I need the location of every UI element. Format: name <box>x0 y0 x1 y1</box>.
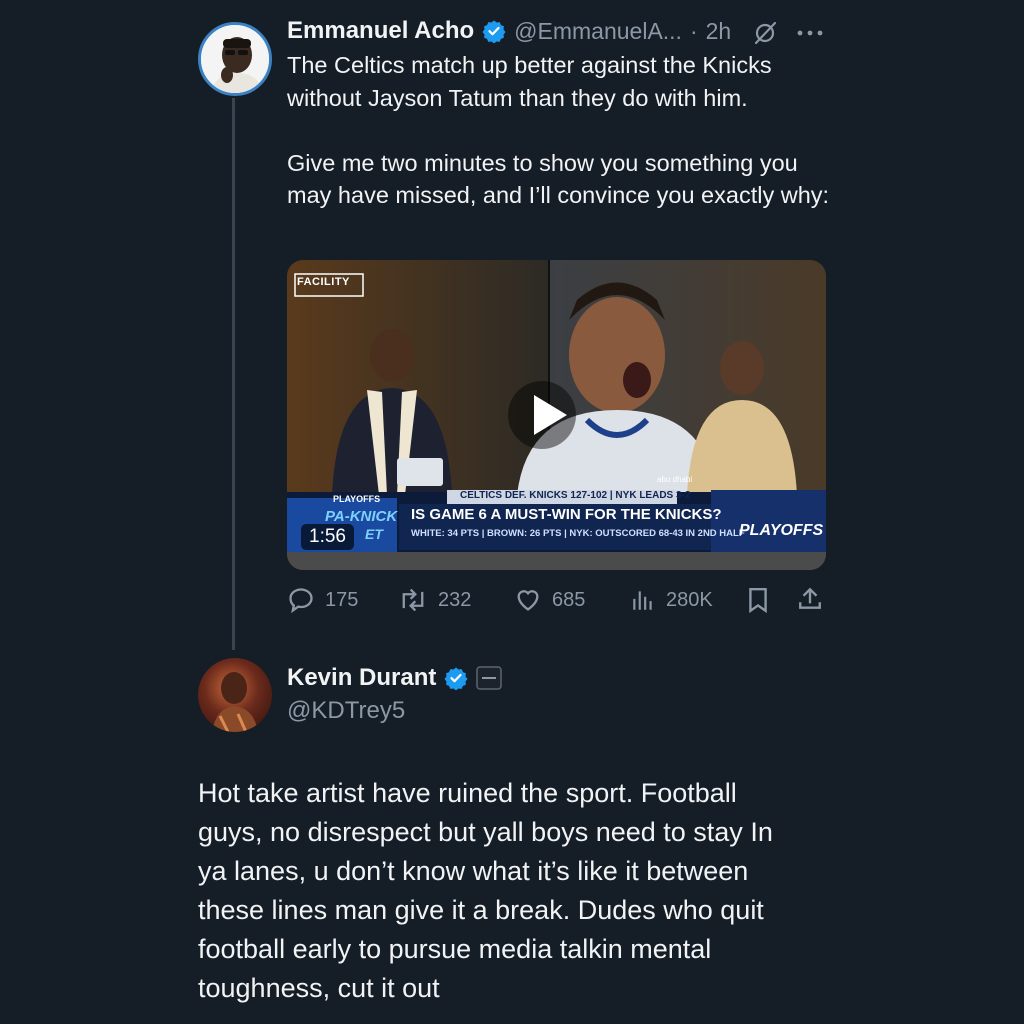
avatar-portrait-icon <box>212 672 258 732</box>
reply-count: 175 <box>325 588 359 611</box>
headline-text: IS GAME 6 A MUST-WIN FOR THE KNICKS? <box>411 506 722 523</box>
timestamp[interactable]: 2h <box>706 18 732 45</box>
reply-icon <box>289 588 313 614</box>
like-button[interactable]: 685 <box>514 586 585 614</box>
like-icon <box>517 590 539 611</box>
author-handle[interactable]: @EmmanuelA... <box>514 18 682 45</box>
avatar-portrait-icon <box>201 25 269 93</box>
bookmark-icon[interactable] <box>746 587 770 613</box>
avatar-kevin-durant[interactable] <box>198 658 272 732</box>
repost-count: 232 <box>438 588 472 611</box>
repost-button[interactable]: 232 <box>398 586 471 614</box>
video-player[interactable]: FACILITY CELTICS DEF. KNICKS 127-102 | N… <box>287 260 826 570</box>
score-ticker: CELTICS DEF. KNICKS 127-102 | NYK LEADS … <box>460 490 691 501</box>
author-name[interactable]: Emmanuel Acho <box>287 17 474 45</box>
network-logo: FACILITY <box>297 276 350 288</box>
left-playoffs-tag: PLAYOFFS <box>333 494 381 504</box>
thread-connector-line <box>232 98 235 650</box>
avatar-emmanuel-acho[interactable] <box>198 22 272 96</box>
separator-dot: · <box>689 17 698 44</box>
verified-badge-icon[interactable] <box>444 666 468 690</box>
stats-text: WHITE: 34 PTS | BROWN: 26 PTS | NYK: OUT… <box>411 528 745 539</box>
playoffs-tag: PLAYOFFS <box>739 522 824 539</box>
left-team-text: PA-KNICK <box>325 508 398 525</box>
reply-button[interactable]: 175 <box>287 586 358 614</box>
views-count: 280K <box>666 588 713 611</box>
views-button[interactable]: 280K <box>630 586 713 614</box>
tweet1-header: Emmanuel Acho @EmmanuelA... · 2h <box>287 17 731 45</box>
author-handle[interactable]: @KDTrey5 <box>287 697 405 725</box>
video-duration: 1:56 <box>301 524 354 550</box>
like-count: 685 <box>552 588 586 611</box>
views-icon <box>633 591 652 610</box>
tweet2-text: Hot take artist have ruined the sport. F… <box>198 778 773 1003</box>
left-sub-text: ET <box>365 526 383 542</box>
tweet1-text: The Celtics match up better against the … <box>287 52 830 208</box>
tweet2-header: Kevin Durant <box>287 664 503 692</box>
author-name[interactable]: Kevin Durant <box>287 664 436 692</box>
more-icon[interactable] <box>796 28 824 38</box>
share-icon[interactable] <box>797 586 823 612</box>
affiliate-badge-icon[interactable] <box>476 666 503 690</box>
sponsor-text: abu dhabi <box>657 475 693 484</box>
repost-icon <box>402 588 424 612</box>
verified-badge-icon[interactable] <box>482 19 506 43</box>
grok-icon[interactable] <box>752 20 778 46</box>
